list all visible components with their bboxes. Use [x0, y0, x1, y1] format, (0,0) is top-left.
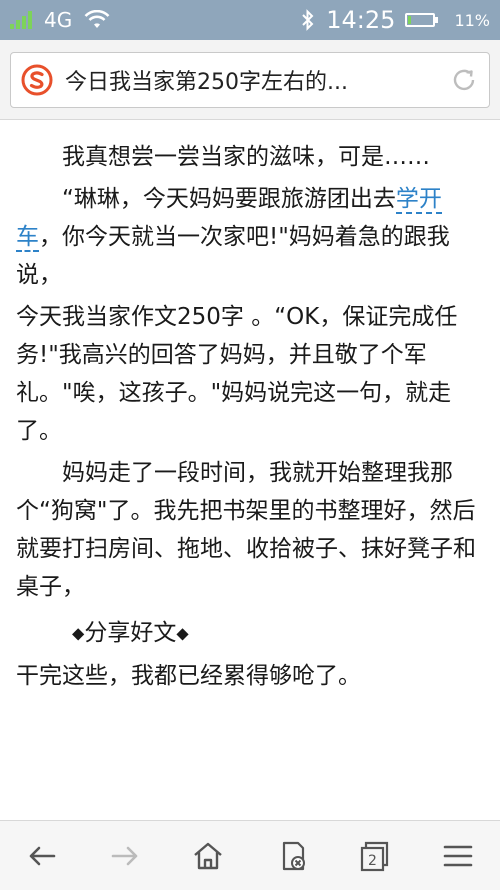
menu-icon	[443, 845, 473, 866]
clock: 14:25	[326, 6, 396, 34]
back-button[interactable]	[17, 831, 67, 881]
battery-icon	[405, 13, 439, 27]
paragraph-1: 我真想尝一尝当家的滋味，可是……	[62, 144, 430, 170]
home-icon	[194, 842, 223, 869]
sogou-logo-icon	[21, 64, 53, 96]
share-banner[interactable]: ◆分享好文◆	[16, 614, 484, 653]
status-left: 4G	[10, 8, 110, 32]
back-arrow-icon	[29, 846, 55, 865]
wifi-icon	[84, 10, 110, 28]
diamond-icon: ◆	[72, 623, 85, 643]
paragraph-4: 妈妈走了一段时间，我就开始整理我那个“狗窝"了。我先把书架里的书整理好，然后就要…	[16, 460, 476, 600]
paragraph-5: 干完这些，我都已经累得够呛了。	[16, 662, 361, 689]
paragraph-2: “琳琳，今天妈妈要跟旅游团出去学开车，你今天就当一次家吧!"妈妈着急的跟我说，	[16, 180, 484, 294]
battery-fill	[408, 16, 412, 24]
status-right: 14:25 11%	[300, 6, 490, 34]
refresh-icon[interactable]	[449, 65, 479, 95]
tab-count: 2	[368, 853, 377, 869]
battery-percent: 11%	[454, 10, 490, 30]
menu-button[interactable]	[433, 831, 483, 881]
home-button[interactable]	[183, 831, 233, 881]
bluetooth-icon	[302, 9, 314, 31]
share-label[interactable]: 分享好文	[84, 620, 176, 646]
close-page-icon	[282, 841, 305, 870]
bottom-toolbar: 2	[0, 820, 500, 890]
close-page-button[interactable]	[267, 831, 317, 881]
network-type: 4G	[44, 8, 73, 32]
tabs-button[interactable]: 2	[350, 831, 400, 881]
article-content: 我真想尝一尝当家的滋味，可是…… “琳琳，今天妈妈要跟旅游团出去学开车，你今天就…	[0, 130, 500, 820]
forward-button[interactable]	[100, 831, 150, 881]
paragraph-2-text-b: ，你今天就当一次家吧!"妈妈着急的跟我说，	[16, 224, 450, 288]
page-title[interactable]: 今日我当家第250字左右的...	[65, 64, 441, 96]
address-bar: 今日我当家第250字左右的...	[0, 40, 500, 120]
signal-icon	[10, 11, 32, 29]
status-bar: 4G 14:25 11%	[0, 0, 500, 40]
diamond-icon: ◆	[176, 623, 189, 643]
paragraph-3: 今天我当家作文250字 。“OK，保证完成任务!"我高兴的回答了妈妈，并且敬了个…	[16, 304, 458, 444]
forward-arrow-icon	[111, 846, 138, 865]
address-box[interactable]: 今日我当家第250字左右的...	[10, 52, 490, 108]
paragraph-2-text-a: “琳琳，今天妈妈要跟旅游团出去	[62, 186, 396, 212]
tabs-icon: 2	[360, 841, 389, 871]
